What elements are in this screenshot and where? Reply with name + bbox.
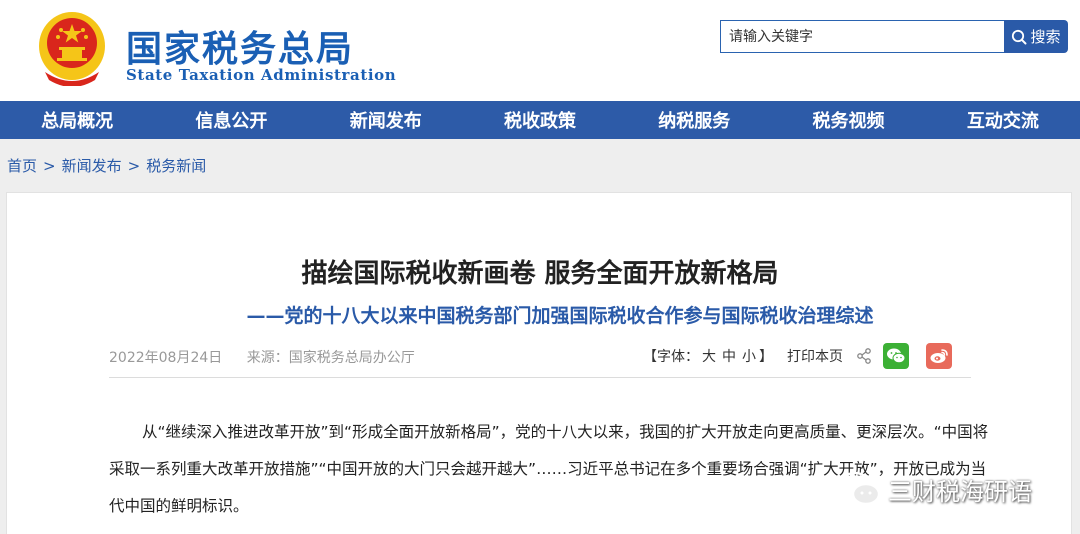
site-title-cn[interactable]: 国家税务总局 — [126, 20, 354, 72]
nav-item-taxpayer-service[interactable]: 纳税服务 — [617, 101, 771, 139]
watermark-text: 三财税海研语 — [888, 477, 1032, 506]
article-tools: 【字体： 大 中 小 】 打印本页 — [643, 343, 952, 369]
wechat-icon — [887, 348, 906, 364]
nav-item-news[interactable]: 新闻发布 — [309, 101, 463, 139]
wechat-watermark-icon — [838, 471, 881, 506]
wechat-share-button[interactable] — [883, 343, 909, 369]
article-divider — [109, 377, 971, 378]
font-size-medium[interactable]: 中 — [722, 346, 736, 366]
font-size-large[interactable]: 大 — [702, 346, 716, 366]
share-icon[interactable] — [855, 347, 873, 365]
watermark: 三财税海研语 — [838, 470, 1032, 508]
nav-item-tax-policy[interactable]: 税收政策 — [463, 101, 617, 139]
breadcrumb-separator: > — [43, 157, 56, 175]
article-date: 2022年08月24日 — [109, 350, 223, 366]
article-title: 描绘国际税收新画卷 服务全面开放新格局 — [301, 259, 779, 289]
nav-item-overview[interactable]: 总局概况 — [0, 101, 154, 139]
site-title-en[interactable]: State Taxation Administration — [126, 66, 396, 84]
article-meta: 2022年08月24日 来源：国家税务总局办公厅 — [109, 347, 435, 367]
article-source: 来源：国家税务总局办公厅 — [246, 350, 415, 366]
font-size-small[interactable]: 小 — [742, 346, 756, 366]
nav-item-interaction[interactable]: 互动交流 — [926, 101, 1080, 139]
nav-item-info-disclosure[interactable]: 信息公开 — [154, 101, 308, 139]
breadcrumb: 首页 > 新闻发布 > 税务新闻 — [7, 155, 206, 176]
national-emblem-icon[interactable] — [37, 10, 107, 86]
main-nav: 总局概况 信息公开 新闻发布 税收政策 纳税服务 税务视频 互动交流 — [0, 101, 1080, 139]
font-size-label-close: 】 — [759, 349, 773, 365]
breadcrumb-news[interactable]: 新闻发布 — [62, 157, 122, 175]
article-subtitle: ——党的十八大以来中国税务部门加强国际税收合作参与国际税收治理综述 — [246, 305, 874, 327]
breadcrumb-tax-news[interactable]: 税务新闻 — [146, 157, 206, 175]
search-icon — [1012, 29, 1027, 44]
site-header: 国家税务总局 State Taxation Administration 搜索 — [0, 0, 1080, 101]
breadcrumb-home[interactable]: 首页 — [7, 157, 37, 175]
nav-item-tax-video[interactable]: 税务视频 — [771, 101, 925, 139]
print-page-link[interactable]: 打印本页 — [787, 346, 843, 366]
search-button-label: 搜索 — [1030, 28, 1061, 46]
weibo-icon — [930, 349, 948, 363]
breadcrumb-separator: > — [127, 157, 141, 175]
font-size-label-open: 【字体： — [643, 349, 699, 365]
search-button[interactable]: 搜索 — [1004, 20, 1068, 53]
search-box: 搜索 — [720, 20, 1068, 53]
weibo-share-button[interactable] — [926, 343, 952, 369]
search-input[interactable] — [720, 20, 1004, 53]
